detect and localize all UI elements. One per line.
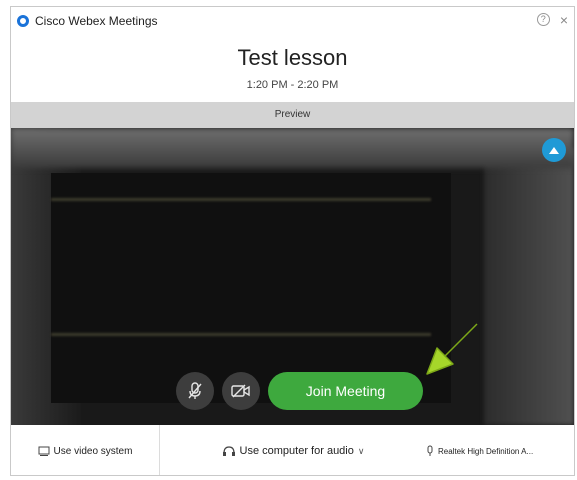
video-system-icon bbox=[38, 446, 50, 456]
use-video-system-button[interactable]: Use video system bbox=[11, 425, 160, 475]
window-controls: ? × bbox=[536, 13, 568, 27]
webex-window: Cisco Webex Meetings ? × Test lesson 1:2… bbox=[10, 6, 575, 476]
headset-icon bbox=[222, 446, 235, 456]
help-icon[interactable]: ? bbox=[536, 13, 550, 26]
stop-video-button[interactable] bbox=[222, 372, 260, 410]
meeting-time: 1:20 PM - 2:20 PM bbox=[246, 79, 339, 91]
close-icon[interactable]: × bbox=[560, 13, 568, 27]
microphone-select[interactable]: Realtek High Definition A... bbox=[426, 445, 574, 457]
preview-background bbox=[11, 128, 574, 168]
microphone-icon bbox=[427, 445, 433, 456]
app-title: Cisco Webex Meetings bbox=[35, 14, 158, 28]
preview-header: Preview bbox=[11, 102, 574, 128]
webex-logo-icon bbox=[17, 15, 29, 27]
join-controls: Join Meeting bbox=[176, 372, 423, 410]
title-bar: Cisco Webex Meetings ? × bbox=[11, 7, 574, 35]
microphone-label: Realtek High Definition A... bbox=[438, 446, 534, 456]
pointer-arrow-icon bbox=[426, 323, 478, 375]
use-video-system-label: Use video system bbox=[53, 445, 133, 457]
audio-video-options: Use video system Use computer for audio … bbox=[11, 425, 574, 475]
preview-background bbox=[51, 173, 451, 403]
audio-connection-label: Use computer for audio bbox=[239, 445, 354, 457]
preview-background bbox=[51, 333, 431, 336]
preview-background bbox=[484, 148, 574, 425]
preview-background bbox=[51, 198, 431, 201]
meeting-title: Test lesson bbox=[237, 45, 348, 70]
join-meeting-button[interactable]: Join Meeting bbox=[268, 372, 423, 410]
self-view-icon[interactable] bbox=[542, 138, 566, 162]
mute-button[interactable] bbox=[176, 372, 214, 410]
microphone-muted-icon bbox=[188, 382, 202, 399]
audio-connection-dropdown[interactable]: Use computer for audio ∨ bbox=[160, 445, 426, 457]
camera-off-icon bbox=[231, 384, 250, 398]
chevron-down-icon: ∨ bbox=[357, 445, 365, 456]
video-preview: Join Meeting bbox=[11, 128, 574, 425]
